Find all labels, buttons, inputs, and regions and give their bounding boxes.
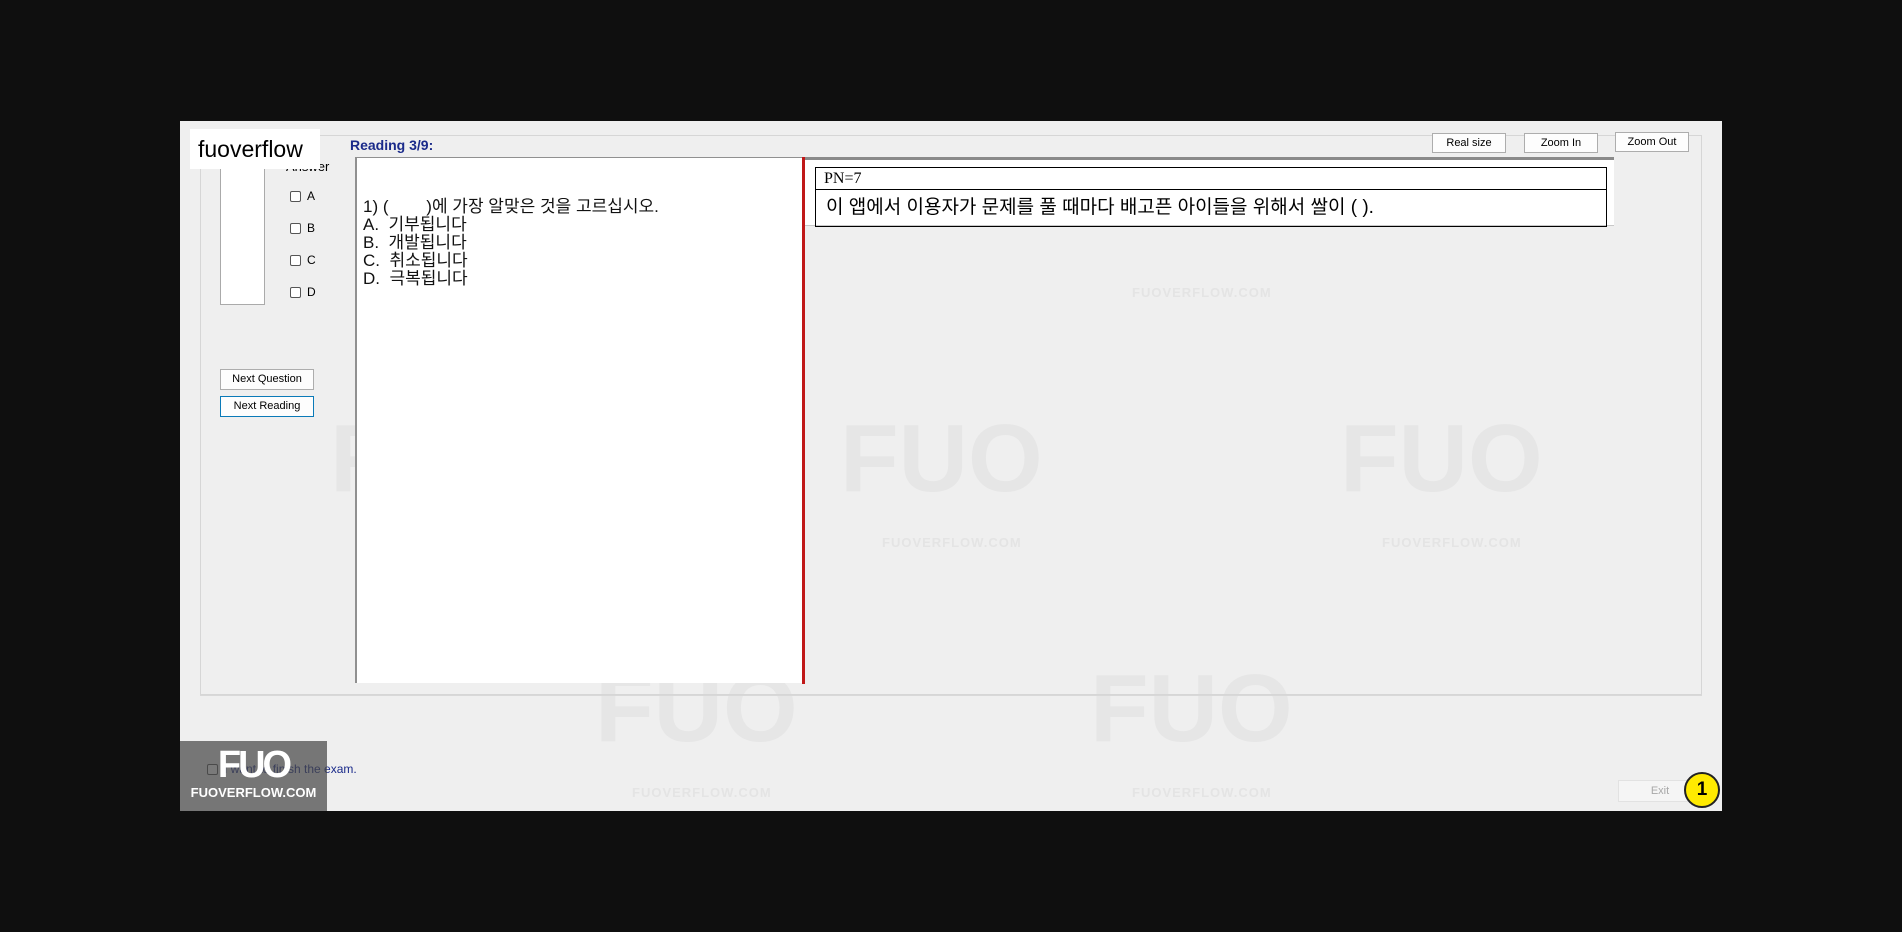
option-a[interactable]: A bbox=[290, 189, 315, 203]
next-reading-button[interactable]: Next Reading bbox=[220, 396, 314, 417]
passage-table: PN=7 이 앱에서 이용자가 문제를 풀 때마다 배고픈 아이들을 위해서 쌀… bbox=[815, 167, 1607, 227]
passage-text: 이 앱에서 이용자가 문제를 풀 때마다 배고픈 아이들을 위해서 쌀이 ( )… bbox=[826, 197, 1374, 218]
frame-divider bbox=[200, 695, 1702, 696]
option-c[interactable]: C bbox=[290, 253, 316, 267]
option-c-checkbox[interactable] bbox=[290, 254, 301, 266]
watermark: FUOVERFLOW.COM bbox=[632, 785, 772, 800]
question-text: 1) ( )에 가장 알맞은 것을 고르십시오. A. 기부됩니다 B. 개발됩… bbox=[363, 198, 659, 288]
option-a-checkbox[interactable] bbox=[290, 190, 301, 202]
passage-pn: PN=7 bbox=[816, 168, 1606, 190]
answer-choice-b: B. 개발됩니다 bbox=[363, 233, 467, 252]
option-d-label: D bbox=[307, 285, 316, 299]
next-question-button[interactable]: Next Question bbox=[220, 369, 314, 390]
option-b-checkbox[interactable] bbox=[290, 222, 301, 234]
question-list[interactable] bbox=[220, 165, 265, 305]
fuo-badge-text: FUO bbox=[217, 744, 292, 786]
option-a-label: A bbox=[307, 189, 316, 203]
answer-choice-c: C. 취소됩니다 bbox=[363, 251, 468, 270]
reading-title: Reading 3/9: bbox=[350, 137, 434, 153]
passage-area: PN=7 이 앱에서 이용자가 문제를 풀 때마다 배고픈 아이들을 위해서 쌀… bbox=[805, 157, 1673, 683]
answer-choice-d: D. 극복됩니다 bbox=[363, 269, 468, 288]
real-size-button[interactable]: Real size bbox=[1432, 133, 1506, 153]
option-c-label: C bbox=[307, 253, 316, 267]
zoom-in-button[interactable]: Zoom In bbox=[1524, 133, 1598, 153]
option-d-checkbox[interactable] bbox=[290, 286, 301, 298]
question-prompt: 1) ( )에 가장 알맞은 것을 고르십시오. bbox=[363, 197, 659, 216]
step-number-badge: 1 bbox=[1684, 772, 1720, 808]
option-b[interactable]: B bbox=[290, 221, 315, 235]
zoom-out-button[interactable]: Zoom Out bbox=[1615, 132, 1689, 152]
fuo-logo-badge: FUO FUOVERFLOW.COM bbox=[180, 741, 327, 811]
option-b-label: B bbox=[307, 221, 316, 235]
site-logo: fuoverflow bbox=[190, 129, 320, 169]
fuo-badge-subtext: FUOVERFLOW.COM bbox=[190, 785, 317, 800]
option-d[interactable]: D bbox=[290, 285, 316, 299]
question-panel: 1) ( )에 가장 알맞은 것을 고르십시오. A. 기부됩니다 B. 개발됩… bbox=[355, 157, 802, 683]
answer-choice-a: A. 기부됩니다 bbox=[363, 215, 467, 234]
exam-window: FUO FUOVERFLOW.COM FUOVERFLOW.COM FUO FU… bbox=[180, 121, 1722, 811]
passage-image: PN=7 이 앱에서 이용자가 문제를 풀 때마다 배고픈 아이들을 위해서 쌀… bbox=[805, 160, 1614, 227]
watermark: FUOVERFLOW.COM bbox=[1132, 785, 1272, 800]
